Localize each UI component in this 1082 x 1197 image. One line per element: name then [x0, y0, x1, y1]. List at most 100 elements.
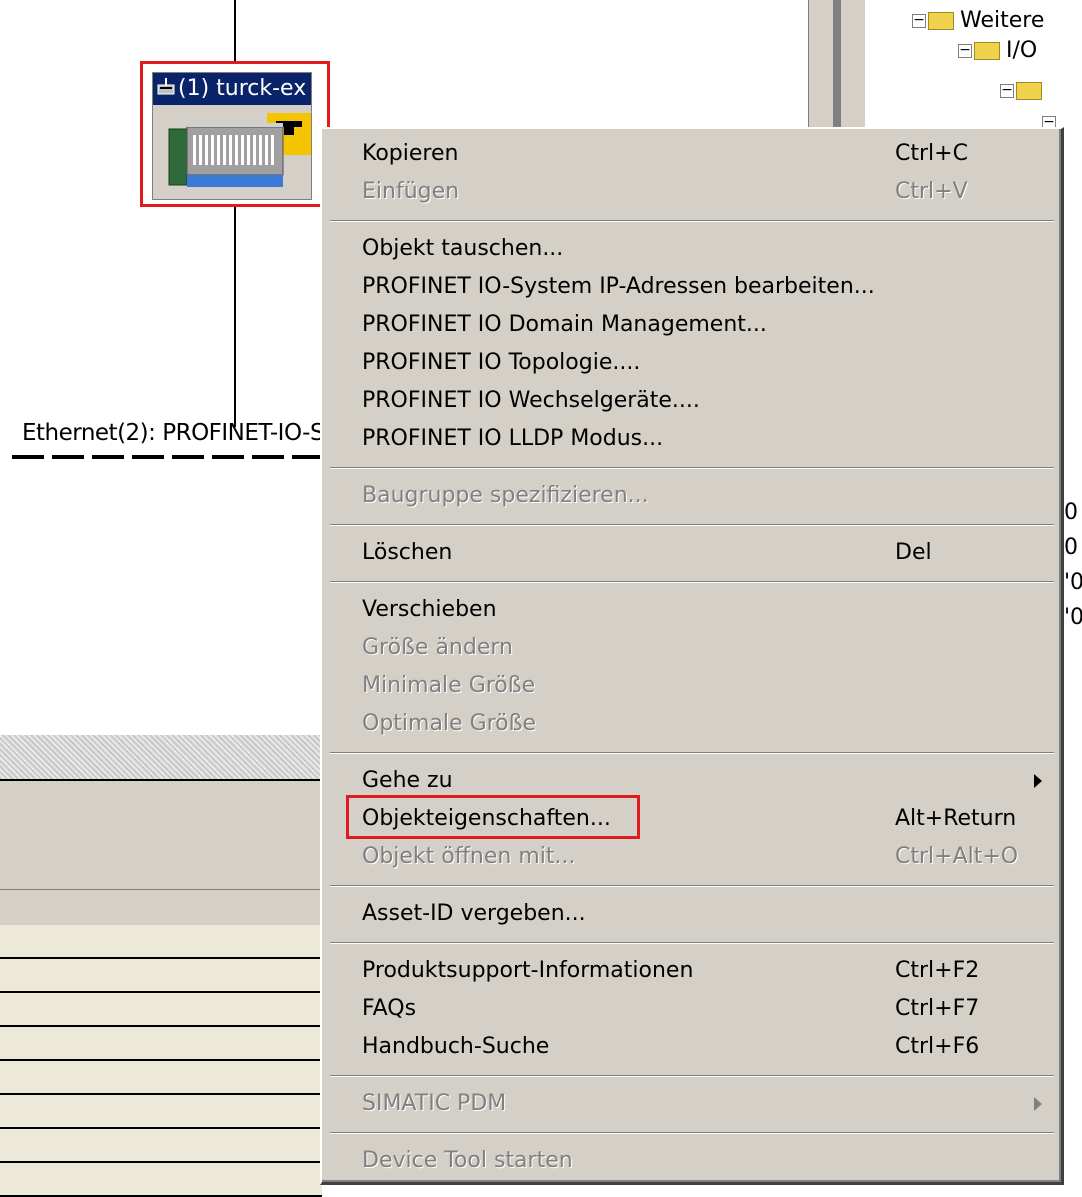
menu-item-label: Handbuch-Suche [362, 1034, 550, 1059]
menu-item: Größe ändern [322, 629, 1061, 667]
menu-item[interactable]: Objekt tauschen... [322, 230, 1061, 268]
tree-item[interactable]: − I/O [958, 36, 1037, 66]
menu-item: Baugruppe spezifizieren... [322, 477, 1061, 515]
menu-item-label: Kopieren [362, 141, 459, 166]
menu-item-shortcut: Ctrl+V [895, 179, 968, 204]
table-row[interactable] [0, 959, 322, 993]
ethernet-bus-line[interactable] [12, 455, 322, 459]
tree-item-label: I/O [1006, 38, 1038, 63]
menu-item[interactable]: Löschen Del [322, 534, 1061, 572]
table-row[interactable] [0, 1061, 322, 1095]
submenu-arrow-icon [1034, 1097, 1042, 1111]
ethernet-subnet-label[interactable]: Ethernet(2): PROFINET-IO-S [22, 420, 325, 446]
menu-item: Minimale Größe [322, 667, 1061, 705]
context-menu: Kopieren Ctrl+C Einfügen Ctrl+V Objekt tausc… [320, 127, 1064, 1185]
menu-item-shortcut: Ctrl+F7 [895, 996, 980, 1021]
tree-item[interactable]: − Weitere [912, 6, 1044, 36]
table-row[interactable] [0, 1129, 322, 1163]
device-connection-line-top [234, 0, 236, 61]
menu-item[interactable]: Asset-ID vergeben... [322, 895, 1061, 933]
menu-item[interactable]: Handbuch-Suche Ctrl+F6 [322, 1028, 1061, 1066]
collapse-icon[interactable]: − [1000, 83, 1014, 98]
menu-item: Device Tool starten [322, 1142, 1061, 1180]
device-connection-line-bottom [234, 207, 236, 427]
tree-item[interactable]: − [1000, 76, 1048, 106]
truncated-cell: 0 [1064, 535, 1078, 560]
menu-item[interactable]: PROFINET IO LLDP Modus... [322, 420, 1061, 458]
menu-item[interactable]: PROFINET IO Domain Management... [322, 306, 1061, 344]
menu-item-label: PROFINET IO LLDP Modus... [362, 426, 664, 451]
menu-item-label: PROFINET IO Topologie.... [362, 350, 641, 375]
menu-item-shortcut: Del [895, 540, 932, 565]
menu-item: SIMATIC PDM [322, 1085, 1061, 1123]
folder-icon [928, 12, 954, 30]
menu-item[interactable]: PROFINET IO-System IP-Adressen bearbeite… [322, 268, 1061, 306]
table-row[interactable] [0, 925, 322, 959]
splitter-bar [833, 0, 841, 135]
folder-icon [974, 42, 1000, 60]
menu-item[interactable]: Gehe zu [322, 762, 1061, 800]
menu-item-label: Optimale Größe [362, 711, 537, 736]
menu-item-label: Objekt öffnen mit... [362, 844, 576, 869]
menu-item[interactable]: PROFINET IO Topologie.... [322, 344, 1061, 382]
menu-item-label: Gehe zu [362, 768, 453, 793]
menu-item: Einfügen Ctrl+V [322, 173, 1061, 211]
menu-item-label: PROFINET IO-System IP-Adressen bearbeite… [362, 274, 875, 299]
device-highlight-frame [140, 61, 330, 207]
truncated-cell: '0 [1064, 570, 1082, 595]
table-row[interactable] [0, 1027, 322, 1061]
menu-item: Objekt öffnen mit... Ctrl+Alt+O [322, 838, 1061, 876]
collapse-icon[interactable]: − [958, 43, 972, 58]
menu-separator [330, 581, 1054, 583]
menu-item[interactable]: Kopieren Ctrl+C [322, 135, 1061, 173]
table-row[interactable] [0, 993, 322, 1027]
menu-item-label: FAQs [362, 996, 417, 1021]
menu-item-shortcut: Ctrl+C [895, 141, 968, 166]
menu-item-label: Objekt tauschen... [362, 236, 564, 261]
menu-item-label: Produktsupport-Informationen [362, 958, 694, 983]
menu-item-label: Objekteigenschaften... [362, 806, 611, 831]
table-row[interactable] [0, 1163, 322, 1197]
truncated-cell: 0 [1064, 500, 1078, 525]
tree-item-label: Weitere [960, 8, 1045, 33]
menu-item-label: PROFINET IO Wechselgeräte.... [362, 388, 700, 413]
menu-item-label: Baugruppe spezifizieren... [362, 483, 649, 508]
menu-item[interactable]: PROFINET IO Wechselgeräte.... [322, 382, 1061, 420]
folder-icon [1016, 82, 1042, 100]
menu-item: Optimale Größe [322, 705, 1061, 743]
menu-separator [330, 220, 1054, 222]
detail-panel [0, 779, 322, 891]
menu-item-shortcut: Ctrl+Alt+O [895, 844, 1019, 869]
menu-item[interactable]: FAQs Ctrl+F7 [322, 990, 1061, 1028]
menu-item-label: Device Tool starten [362, 1148, 573, 1173]
menu-item-label: Minimale Größe [362, 673, 536, 698]
menu-item-label: PROFINET IO Domain Management... [362, 312, 767, 337]
menu-item[interactable]: Verschieben [322, 591, 1061, 629]
menu-item-label: Verschieben [362, 597, 497, 622]
truncated-cell: '0 [1064, 605, 1082, 630]
menu-item-label: Asset-ID vergeben... [362, 901, 586, 926]
menu-item-label: Löschen [362, 540, 453, 565]
menu-separator [330, 524, 1054, 526]
menu-item[interactable]: Objekteigenschaften... Alt+Return [322, 800, 1061, 838]
menu-item-shortcut: Ctrl+F2 [895, 958, 980, 983]
detail-table-header [0, 889, 322, 927]
menu-item-shortcut: Ctrl+F6 [895, 1034, 980, 1059]
collapse-icon[interactable]: − [912, 13, 926, 28]
menu-separator [330, 942, 1054, 944]
submenu-arrow-icon [1034, 774, 1042, 788]
menu-separator [330, 752, 1054, 754]
menu-item-label: SIMATIC PDM [362, 1091, 507, 1116]
menu-item-label: Einfügen [362, 179, 460, 204]
menu-item-label: Größe ändern [362, 635, 513, 660]
menu-separator [330, 467, 1054, 469]
vertical-splitter[interactable] [808, 0, 866, 135]
menu-separator [330, 885, 1054, 887]
menu-separator [330, 1132, 1054, 1134]
table-row[interactable] [0, 1095, 322, 1129]
menu-item-shortcut: Alt+Return [895, 806, 1017, 831]
menu-separator [330, 1075, 1054, 1077]
menu-item[interactable]: Produktsupport-Informationen Ctrl+F2 [322, 952, 1061, 990]
panel-splitter[interactable] [0, 735, 322, 779]
project-tree: − Weitere − I/O − − [876, 0, 1082, 135]
